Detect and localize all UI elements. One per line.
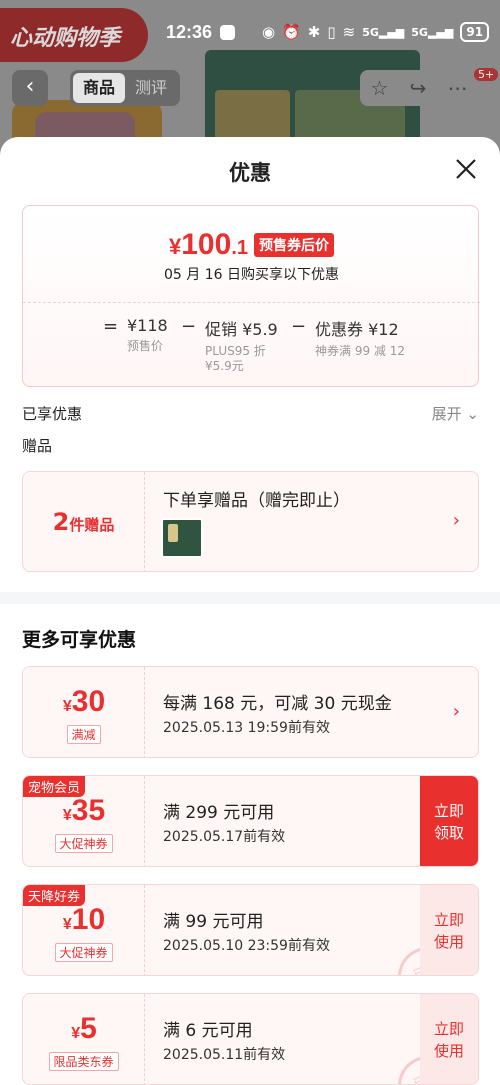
wifi-icon: ≋	[342, 23, 356, 41]
vibrate-icon: ▯	[327, 23, 336, 41]
coupon-description: 满 6 元可用	[163, 1021, 253, 1041]
enjoyed-discounts-label: 已享优惠	[22, 405, 83, 423]
price-type-badge: 预售券后价	[254, 233, 334, 257]
coupon-card: ¥10 大促神券 天降好券 满 99 元可用 2025.05.10 23:59前…	[22, 884, 479, 976]
coupon-expiry: 2025.05.17前有效	[163, 829, 286, 845]
product-tabs: 商品 测评	[70, 70, 180, 106]
status-bar: 12:36 ◉ ⏰ ✱ ▯ ≋ 5G▂▄▆ 5G▂▄▆ 91	[0, 0, 500, 66]
coupon-amount: ¥10	[62, 903, 106, 936]
back-button[interactable]: ‹	[12, 70, 48, 106]
gift-card[interactable]: 2件赠品 下单享赠品（赠完即止） ›	[22, 471, 479, 572]
nav-actions: ☆ ↪ ⋯	[360, 70, 478, 106]
use-coupon-button[interactable]: 立即 使用	[420, 994, 478, 1084]
alarm-icon: ⏰	[282, 23, 301, 41]
coupon-expiry: 2025.05.11前有效	[163, 1047, 286, 1063]
coupon-card[interactable]: ¥30 满减 每满 168 元，可减 30 元现金 2025.05.13 19:…	[22, 666, 479, 758]
coupon-corner-badge: 宠物会员	[23, 776, 86, 797]
coupon-amount: ¥30	[62, 685, 106, 718]
expand-button[interactable]: 展开 ⌄	[432, 403, 479, 424]
equals-sign: =	[103, 316, 119, 337]
coupon-description: 满 99 元可用	[163, 912, 264, 932]
coupon-expiry: 2025.05.13 19:59前有效	[163, 720, 330, 736]
chevron-right-icon: ›	[452, 701, 460, 722]
claim-coupon-button[interactable]: 立即 领取	[420, 776, 478, 866]
final-price: ¥100.1	[169, 228, 248, 261]
breakdown-promotion: 促销 ¥5.9 PLUS95 折 ¥5.9元	[205, 320, 278, 373]
signal-icon-1: 5G▂▄▆	[362, 25, 405, 39]
message-badge: 5+	[474, 68, 499, 81]
breakdown-coupon: 优惠券 ¥12 神券满 99 减 12	[315, 320, 405, 358]
coupon-amount: ¥35	[62, 794, 106, 827]
coupon-description: 每满 168 元，可减 30 元现金	[163, 694, 392, 714]
breakdown-presale: ¥118 预售价	[127, 316, 168, 353]
minus-sign: −	[181, 316, 197, 337]
bluetooth-icon: ✱	[307, 23, 321, 41]
favorite-star-icon[interactable]: ☆	[371, 76, 389, 100]
gift-section-label: 赠品	[22, 437, 53, 455]
gift-count: 2件赠品	[23, 472, 145, 571]
tab-review[interactable]: 测评	[125, 73, 177, 103]
sheet-title: 优惠	[229, 161, 271, 185]
discount-sheet: 优惠 ¥100.1 预售券后价 05 月 16 日购买享以下优惠 = ¥118 预…	[0, 137, 500, 1085]
coupon-card: ¥5 限品类东券 满 6 元可用 2025.05.11前有效 已领 立即 使用	[22, 993, 479, 1085]
coupon-card: ¥35 大促神券 宠物会员 满 299 元可用 2025.05.17前有效 立即…	[22, 775, 479, 867]
share-icon[interactable]: ↪	[410, 76, 427, 100]
more-icon[interactable]: ⋯	[447, 76, 467, 100]
coupon-type-tag: 限品类东券	[48, 1052, 119, 1071]
enjoyed-discounts-row: 已享优惠 展开 ⌄	[22, 403, 479, 423]
coupon-amount: ¥5	[71, 1012, 97, 1045]
coupon-corner-badge: 天降好券	[23, 885, 86, 906]
gift-title: 下单享赠品（赠完即止）	[163, 491, 350, 511]
gift-product-thumbnail	[161, 518, 203, 558]
price-summary-card: ¥100.1 预售券后价 05 月 16 日购买享以下优惠 = ¥118 预售价 …	[22, 205, 480, 387]
chevron-down-icon: ⌄	[466, 405, 479, 423]
chevron-left-icon: ‹	[25, 74, 35, 99]
coupon-expiry: 2025.05.10 23:59前有效	[163, 938, 330, 954]
coupon-type-tag: 大促神券	[54, 943, 113, 962]
status-time: 12:36	[166, 22, 213, 42]
coupon-type-tag: 满减	[66, 725, 101, 744]
use-coupon-button[interactable]: 立即 使用	[420, 885, 478, 975]
eye-icon: ◉	[262, 23, 276, 41]
app-notification-icon	[220, 25, 235, 40]
coupon-description: 满 299 元可用	[163, 803, 275, 823]
signal-icon-2: 5G▂▄▆	[411, 25, 454, 39]
minus-sign: −	[291, 316, 307, 337]
more-discounts-title: 更多可享优惠	[22, 629, 137, 651]
coupon-type-tag: 大促神券	[54, 834, 113, 853]
battery-indicator: 91	[460, 22, 490, 42]
product-navbar: ‹ 商品 测评 ☆ ↪ ⋯ 5+	[0, 68, 500, 108]
chevron-right-icon: ›	[452, 510, 460, 531]
close-icon[interactable]	[452, 155, 480, 183]
purchase-date-note: 05 月 16 日购买享以下优惠	[164, 267, 339, 283]
tab-product[interactable]: 商品	[73, 73, 125, 103]
